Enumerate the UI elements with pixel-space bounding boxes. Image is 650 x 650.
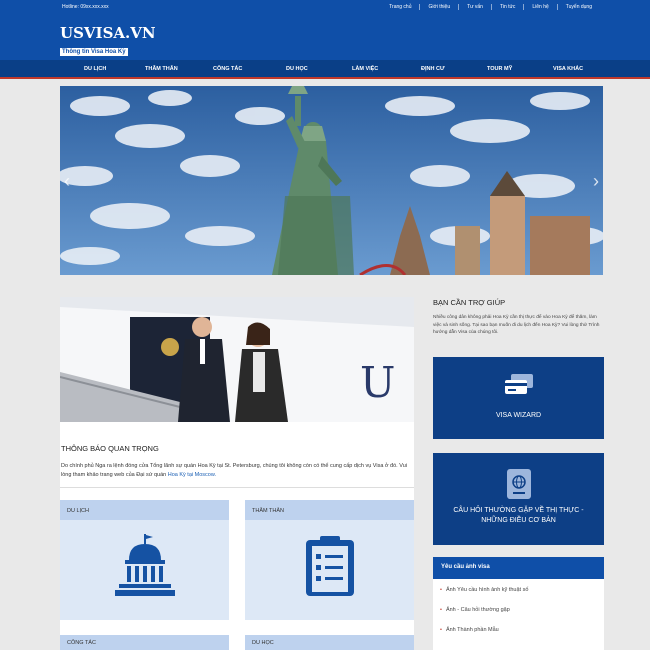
- topnav-careers[interactable]: Tuyển dụng: [556, 4, 600, 10]
- topnav-about[interactable]: Giới thiệu: [419, 4, 458, 10]
- sidebar: BẠN CẦN TRỢ GIÚP Nhiều công dân không ph…: [431, 290, 604, 650]
- svg-text:U: U: [360, 358, 395, 407]
- clipboard-icon: [302, 534, 358, 603]
- notice-title: THÔNG BÁO QUAN TRỌNG: [61, 444, 159, 453]
- hero-banner[interactable]: ‹ ›: [60, 86, 603, 275]
- statue-of-liberty-image: [60, 86, 603, 275]
- site-logo[interactable]: USVISA.VN Thông tin Visa Hoa Kỳ: [60, 26, 156, 58]
- visa-faq-button[interactable]: CÂU HỎI THƯỜNG GẶP VỀ THỊ THỰC - NHỮNG Đ…: [433, 453, 604, 545]
- officials-photo-image: U: [60, 297, 414, 422]
- logo-subtitle: Thông tin Visa Hoa Kỳ: [60, 48, 128, 56]
- photo-requirements-box: Yêu cầu ảnh visa Ảnh Yêu cầu hình ảnh kỹ…: [433, 557, 604, 650]
- category-card-study[interactable]: DU HỌC: [245, 635, 414, 650]
- category-card-family-visit[interactable]: THĂM THÂN: [245, 500, 414, 620]
- req-item-digital-image[interactable]: Ảnh Yêu cầu hình ảnh kỹ thuật số: [440, 587, 528, 593]
- main-nav: DU LỊCH THĂM THÂN CÔNG TÁC DU HỌC LÀM VI…: [0, 60, 650, 79]
- card-label: CÔNG TÁC: [60, 635, 229, 650]
- moscow-embassy-link[interactable]: Hoa Kỳ tại Moscow.: [168, 472, 216, 478]
- logo-main-text: USVISA.VN: [60, 24, 156, 42]
- req-item-photo-faq[interactable]: Ảnh - Câu hỏi thường gặp: [440, 607, 510, 613]
- topnav-news[interactable]: Tin tức: [490, 4, 523, 10]
- help-title: BẠN CẦN TRỢ GIÚP: [433, 298, 506, 307]
- card-label: DU HỌC: [245, 635, 414, 650]
- main-content: U THÔNG BÁO QUAN TRỌNG Do chính phủ Nga …: [60, 297, 414, 650]
- nav-item-work[interactable]: LÀM VIỆC: [352, 66, 378, 72]
- site-header: Hotline: 09xx.xxx.xxx Trang chủ Giới thi…: [0, 0, 650, 60]
- visa-faq-label-line-2: NHỮNG ĐIỀU CƠ BẢN: [481, 517, 556, 524]
- visa-cards-icon: [505, 374, 533, 401]
- notice-body: Do chính phủ Nga ra lệnh đóng cửa Tổng l…: [61, 463, 407, 478]
- card-label: THĂM THÂN: [245, 500, 414, 520]
- visa-faq-label-line-1: CÂU HỎI THƯỜNG GẶP VỀ THỊ THỰC -: [453, 507, 584, 514]
- banner-prev-icon[interactable]: ‹: [64, 171, 70, 192]
- hotline: Hotline: 09xx.xxx.xxx: [62, 4, 109, 10]
- help-text: Nhiều công dân không phải Hoa Kỳ cần thị…: [433, 315, 600, 335]
- category-card-travel[interactable]: DU LỊCH: [60, 500, 229, 620]
- topnav-contact[interactable]: Liên hệ: [523, 4, 556, 10]
- banner-next-icon[interactable]: ›: [593, 171, 599, 192]
- nav-item-business[interactable]: CÔNG TÁC: [213, 66, 242, 72]
- category-card-business[interactable]: CÔNG TÁC: [60, 635, 229, 650]
- card-label: DU LỊCH: [60, 500, 229, 520]
- nav-item-immigration[interactable]: ĐỊNH CƯ: [421, 66, 445, 72]
- capitol-icon: [113, 534, 177, 603]
- topnav-home[interactable]: Trang chủ: [381, 4, 419, 10]
- visa-wizard-button[interactable]: VISA WIZARD: [433, 357, 604, 439]
- nav-item-study[interactable]: DU HỌC: [286, 66, 308, 72]
- passport-icon: [507, 469, 531, 504]
- nav-item-travel[interactable]: DU LỊCH: [84, 66, 106, 72]
- top-nav: Trang chủ Giới thiệu Tư vấn Tin tức Liên…: [381, 4, 600, 10]
- topnav-consult[interactable]: Tư vấn: [458, 4, 491, 10]
- req-item-photo-composition[interactable]: Ảnh Thành phần Mẫu: [440, 627, 499, 633]
- photo-requirements-title: Yêu cầu ảnh visa: [433, 557, 604, 579]
- divider: [60, 487, 414, 488]
- news-photo[interactable]: U: [60, 297, 414, 422]
- nav-item-family-visit[interactable]: THĂM THÂN: [145, 66, 178, 72]
- visa-wizard-label: VISA WIZARD: [495, 412, 542, 419]
- notice-text: Do chính phủ Nga ra lệnh đóng cửa Tổng l…: [61, 462, 413, 480]
- nav-item-us-tour[interactable]: TOUR MỸ: [487, 66, 512, 72]
- nav-item-other-visa[interactable]: VISA KHÁC: [553, 66, 583, 72]
